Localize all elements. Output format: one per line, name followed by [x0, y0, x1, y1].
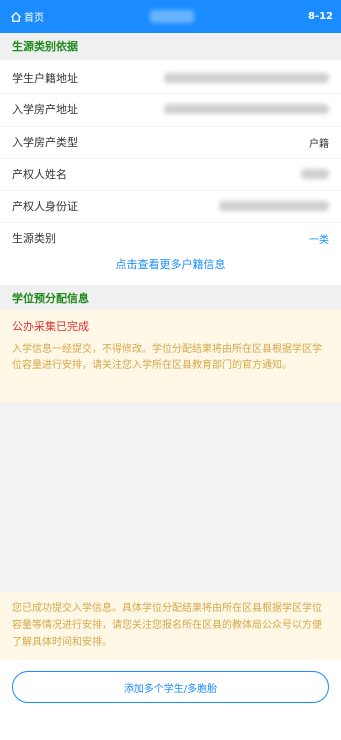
home-icon [11, 11, 21, 22]
row-value: 户籍 [309, 138, 329, 150]
row-label: 产权人姓名 [12, 168, 67, 181]
row-label: 生源类别 [12, 232, 56, 245]
more-household-info-link[interactable]: 点击查看更多户籍信息 [0, 256, 341, 272]
submission-notice: 您已成功提交入学信息。具体学位分配结果将由所在区县根据学区学位容量等情况进行安排… [0, 592, 341, 660]
row-label: 学生户籍地址 [12, 71, 78, 85]
allocation-message: 入学信息一经提交，不得修改。学位分配结果将由所在区县根据学区学位容量进行安排，请… [12, 344, 322, 371]
add-students-button[interactable]: 添加多个学生/多胞胎 [12, 671, 329, 703]
allocation-status: 公办采集已完成 [12, 320, 89, 333]
row-student-household-address: 学生户籍地址 [0, 62, 341, 93]
row-property-address: 入学房产地址 [0, 93, 341, 124]
source-info-panel: 学生户籍地址 入学房产地址 入学房产类型 户籍 产权人姓名 产权人身份证 生源类… [0, 60, 341, 285]
top-bar: 首页 8-12 [0, 0, 341, 33]
redacted-value [219, 201, 329, 211]
row-owner-id: 产权人身份证 [0, 190, 341, 221]
home-label: 首页 [24, 13, 44, 24]
row-label: 入学房产类型 [12, 136, 78, 149]
section-title-allocation: 学位预分配信息 [0, 285, 341, 311]
section-title-source: 生源类别依据 [0, 33, 341, 59]
home-button[interactable]: 首页 [10, 9, 44, 24]
source-category-link[interactable]: 一类 [309, 231, 329, 246]
bottom-action-area: 添加多个学生/多胞胎 [0, 660, 341, 740]
row-label: 产权人身份证 [12, 200, 78, 213]
row-label: 入学房产地址 [12, 103, 78, 116]
row-owner-name: 产权人姓名 [0, 158, 341, 189]
redacted-value [301, 169, 329, 179]
redacted-value [164, 72, 329, 83]
header-code: 8-12 [307, 11, 333, 22]
redacted-value [164, 104, 329, 114]
row-source-category: 生源类别 一类 [0, 222, 341, 253]
allocation-notice: 公办采集已完成 入学信息一经提交，不得修改。学位分配结果将由所在区县根据学区学位… [0, 310, 341, 402]
row-property-type: 入学房产类型 户籍 [0, 126, 341, 157]
page-title-redacted [150, 10, 194, 23]
